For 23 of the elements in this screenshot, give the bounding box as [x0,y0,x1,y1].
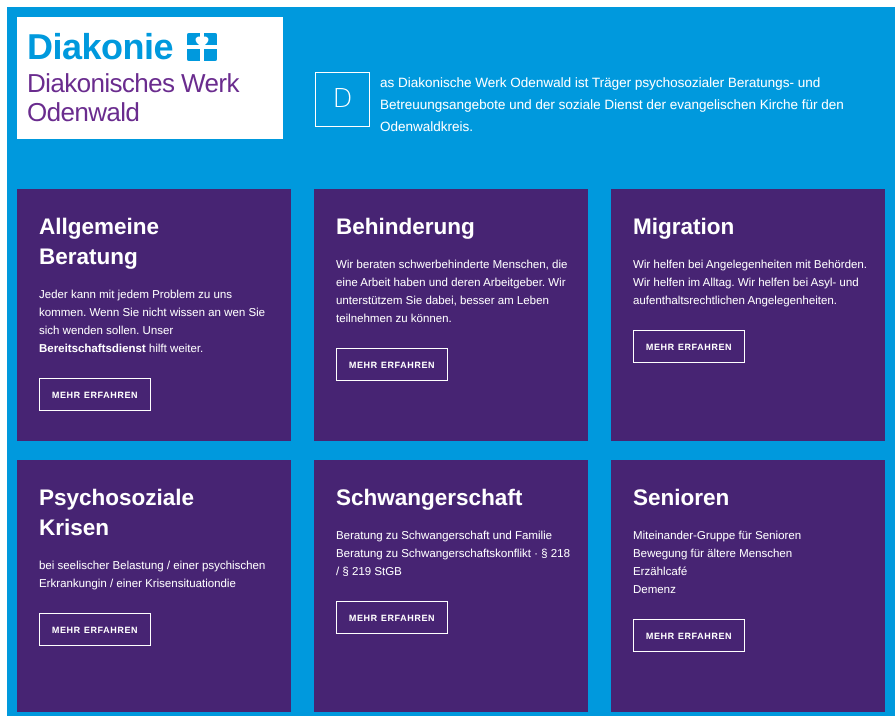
card-title: Psychosoziale Krisen [39,484,196,542]
cross-icon [187,33,218,61]
more-button[interactable]: MEHR ERFAHREN [39,378,151,411]
card-title: Allgemeine Beratung [39,213,160,271]
logo-subtitle: Diakonisches Werk Odenwald [27,69,240,127]
card-title: Migration [633,213,736,241]
more-button[interactable]: MEHR ERFAHREN [633,619,745,652]
card-text: Jeder kann mit jedem Problem zu uns kommen. Wenn Sie nicht wissen an wen Sie sich wenden sollen. Unser Bereitschaftsdienst hilft weiter. [39,288,266,357]
card-text: Wir beraten schwerbehinderte Menschen, die eine Arbeit haben und deren Arbeitgeber. Wir unterstützem Sie dabei, besser am Leben teilnehmen zu können. [336,258,568,327]
more-button[interactable]: MEHR ERFAHREN [39,613,151,646]
card-text: Beratung zu Schwangerschaft und Familie Beratung zu Schwangerschaftskonflikt · § 218 / § 219 StGB [336,529,570,580]
more-button[interactable]: MEHR ERFAHREN [336,601,448,634]
initial-letter: D [315,72,370,127]
card-text: Wir helfen bei Angelegenheiten mit Behörden. Wir helfen im Alltag. Wir helfen bei Asyl- und aufenthaltsrechtlichen Angelegenheiten. [633,258,867,309]
more-button[interactable]: MEHR ERFAHREN [336,348,448,381]
card-title: Behinderung [336,213,476,241]
more-button[interactable]: MEHR ERFAHREN [633,330,745,363]
card-title: Schwangerschaft [336,484,524,512]
logo-wordmark: Diakonie [27,27,174,67]
card-text: bei seelischer Belastung / einer psychischen Erkrankungin / einer Krisensituationdie [39,559,266,592]
intro-text: as Diakonische Werk Odenwald ist Träger psychosozialer Beratungs- und Betreuungsangebote und der soziale Dienst der evangelischen Kirche für den Odenwaldkreis. [380,74,845,136]
card-title: Senioren [633,484,730,512]
card-text: Miteinander-Gruppe für Senioren Bewegung für ältere Menschen Erzählcafé Demenz [633,529,802,598]
